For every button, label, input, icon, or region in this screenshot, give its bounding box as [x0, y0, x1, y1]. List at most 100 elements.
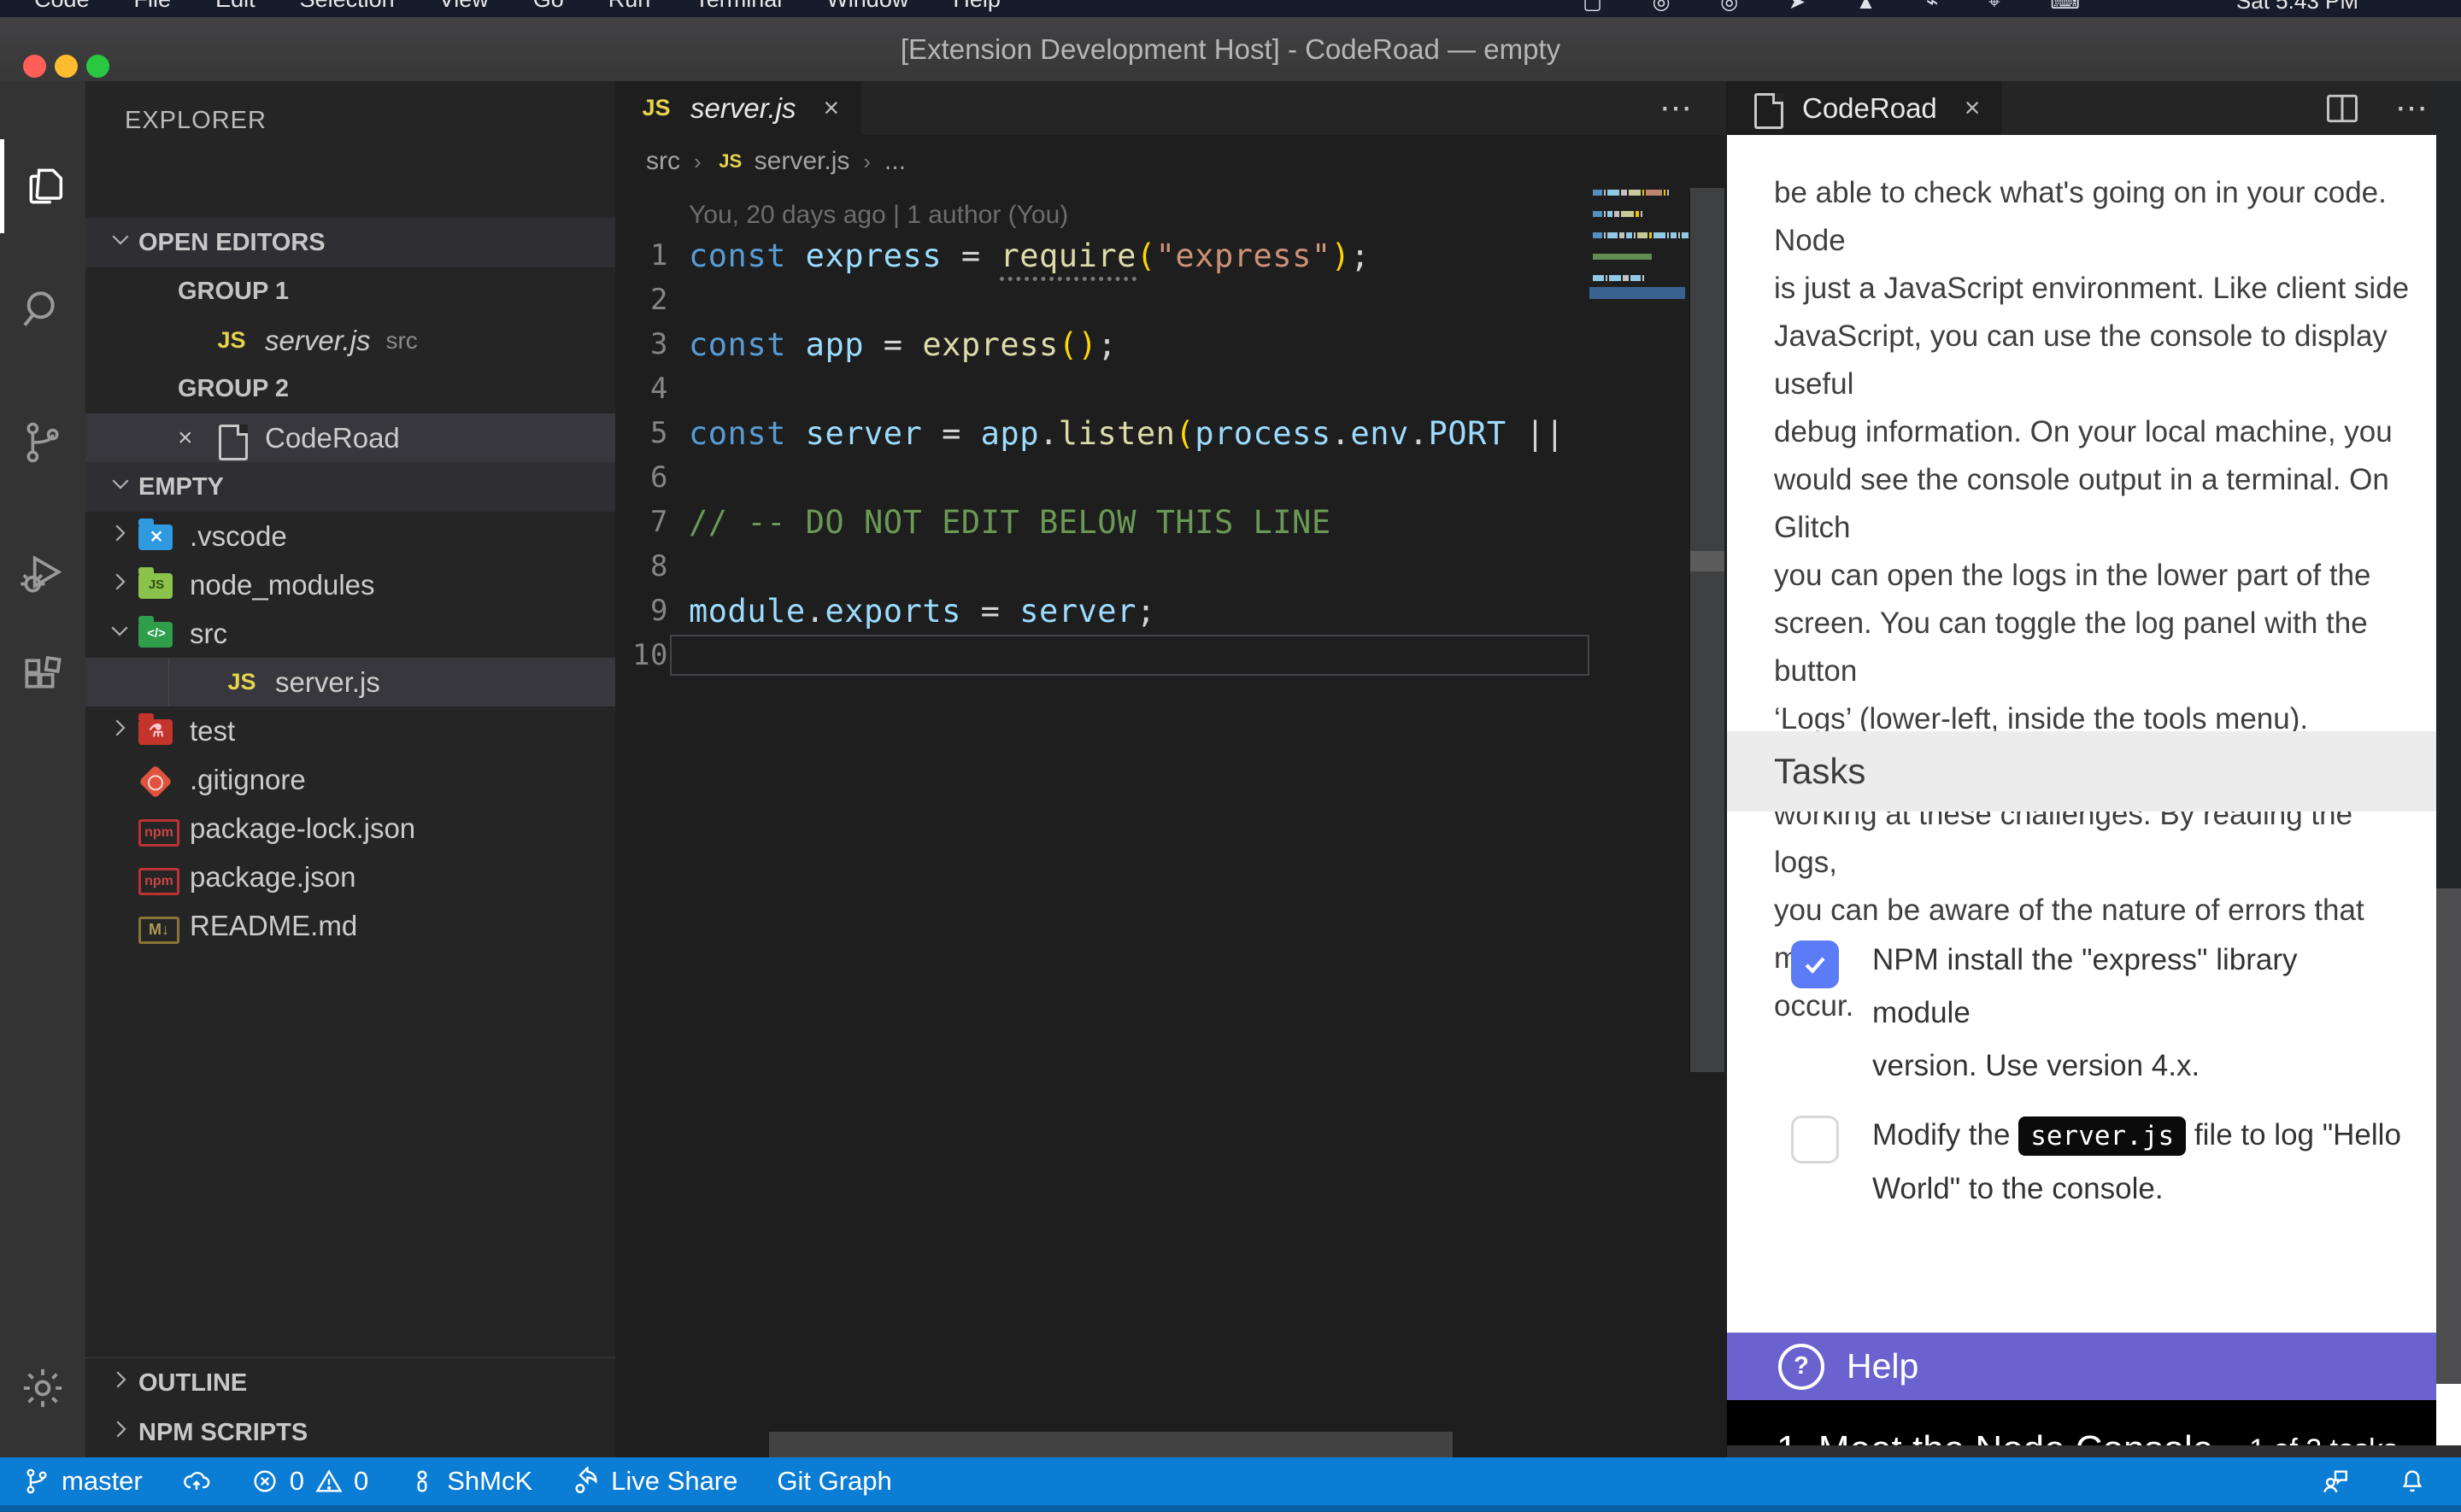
code-line-7[interactable]: 7// -- DO NOT EDIT BELOW THIS LINE	[615, 500, 1726, 544]
line-number: 10	[615, 638, 668, 672]
status-shmck[interactable]: ShMcK	[408, 1466, 532, 1497]
minimap[interactable]	[1589, 190, 1689, 386]
editor-horizontal-scrollbar[interactable]	[769, 1432, 1453, 1457]
breadcrumb[interactable]: src›JSserver.js›...	[646, 146, 906, 177]
editor-vertical-scrollbar[interactable]	[1690, 188, 1724, 1072]
tree-item--vscode[interactable]: ⨯.vscode	[85, 512, 615, 560]
code-line-9[interactable]: 9module.exports = server;	[615, 589, 1726, 633]
status-cloud-upload[interactable]	[182, 1467, 211, 1496]
chevron-down-icon[interactable]	[103, 618, 137, 649]
code-line-1[interactable]: 1const express = require("express");	[615, 233, 1726, 278]
git-blame-annotation: You, 20 days ago | 1 author (You)	[689, 201, 1068, 230]
code-line-2[interactable]: 2	[615, 278, 1726, 322]
js-file-icon: JS	[637, 90, 675, 127]
tree-item-readme-md[interactable]: M↓README.md	[85, 901, 615, 950]
test-folder-icon: ⚗	[137, 714, 176, 748]
breadcrumb-item[interactable]: JSserver.js	[715, 146, 850, 177]
status-master[interactable]: master	[22, 1466, 143, 1497]
breadcrumb-item[interactable]: src	[646, 147, 680, 176]
vscode-window: Code File Edit Selection View Go Run Terminal Wi…	[0, 0, 2461, 1512]
section-header-open-editors[interactable]: OPEN EDITORS	[85, 218, 615, 267]
panel-scrollbar[interactable]	[2436, 81, 2461, 1457]
menu-item-edit[interactable]: Edit	[215, 0, 255, 13]
menu-item-go[interactable]: Go	[533, 0, 564, 13]
status-bell[interactable]	[2398, 1467, 2427, 1496]
tab-coderoad[interactable]: CodeRoad ×	[1727, 81, 2002, 135]
code-line-6[interactable]: 6	[615, 455, 1726, 500]
code-line-8[interactable]: 8	[615, 544, 1726, 589]
tree-item-server-js[interactable]: JSserver.js	[85, 658, 615, 706]
code-line-10[interactable]: 10	[615, 633, 1726, 677]
menu-status-icons: ▢ ◎ ◎ ➤ ▲ ⌁ ⌖ ⌨	[1583, 0, 2102, 15]
menu-item-code[interactable]: Code	[34, 0, 90, 13]
code-line-4[interactable]: 4	[615, 366, 1726, 411]
macos-menu-bar: Code File Edit Selection View Go Run Terminal Wi…	[0, 0, 2461, 17]
menu-item-selection[interactable]: Selection	[300, 0, 395, 13]
tree-item-test[interactable]: ⚗test	[85, 706, 615, 755]
status-0[interactable]: 00	[250, 1466, 369, 1497]
tree-item-package-lock-json[interactable]: npmpackage-lock.json	[85, 804, 615, 853]
code-line-3[interactable]: 3const app = express();	[615, 322, 1726, 366]
tree-item-package-json[interactable]: npmpackage.json	[85, 853, 615, 901]
code-editor[interactable]: 1const express = require("express"); 2 3co…	[615, 233, 1726, 677]
git-icon	[137, 763, 176, 797]
tree-item--gitignore[interactable]: .gitignore	[85, 755, 615, 804]
chevron-right-icon[interactable]	[103, 569, 137, 601]
line-number: 2	[615, 283, 668, 317]
status-bar: master 00 ShMcK Live Share Git Graph	[0, 1457, 2461, 1505]
close-editor-icon[interactable]: ×	[178, 424, 212, 453]
lesson-text-line: debug information. On your local machine…	[1774, 408, 2423, 456]
breadcrumb-item[interactable]: ...	[884, 147, 906, 176]
editor-more-actions-icon[interactable]: ⋯	[1659, 89, 1692, 127]
tab-server-js[interactable]: JS server.js ×	[615, 81, 861, 135]
activity-run-debug-icon[interactable]	[0, 527, 85, 621]
line-number: 6	[615, 460, 668, 495]
generic-file-icon	[212, 421, 251, 455]
split-editor-icon[interactable]	[2323, 90, 2361, 127]
window-title: [Extension Development Host] - CodeRoad …	[0, 17, 2461, 81]
lesson-text: be able to check what's going on in your…	[1774, 169, 2423, 1030]
close-tab-icon[interactable]: ×	[823, 92, 839, 124]
tree-item-src[interactable]: </>src	[85, 609, 615, 658]
minimap-selection	[1589, 287, 1685, 299]
lesson-text-line: JavaScript, you can use the console to d…	[1774, 313, 2423, 408]
minimap-line	[1593, 232, 1697, 238]
node-modules-folder-icon: JS	[137, 568, 176, 602]
panel-more-actions-icon[interactable]: ⋯	[2395, 89, 2428, 127]
open-editor-item-coderoad[interactable]: ×CodeRoad	[85, 413, 615, 462]
tree-item-label: .gitignore	[190, 764, 306, 796]
section-header-empty[interactable]: EMPTY	[85, 462, 615, 512]
help-bar[interactable]: ? Help	[1727, 1333, 2436, 1400]
chevron-right-icon[interactable]	[103, 520, 137, 552]
menu-item-window[interactable]: Window	[826, 0, 908, 13]
editor-item-detail: src	[385, 327, 417, 355]
menu-item-file[interactable]: File	[134, 0, 172, 13]
activity-bar	[0, 81, 85, 1457]
menu-item-help[interactable]: Help	[953, 0, 1001, 13]
menu-item-run[interactable]: Run	[608, 0, 651, 13]
status-bar-edge	[0, 1505, 2461, 1512]
activity-settings-gear-icon[interactable]	[0, 1341, 85, 1435]
task-checkbox-unchecked[interactable]	[1791, 1116, 1839, 1163]
open-editor-item-server-js[interactable]: JSserver.jssrc	[85, 316, 615, 365]
sidebar-bottom-sections: OUTLINENPM SCRIPTS	[85, 1357, 615, 1457]
task-checkbox-checked[interactable]	[1791, 941, 1839, 988]
menu-item-terminal[interactable]: Terminal	[695, 0, 782, 13]
close-tab-icon[interactable]: ×	[1965, 92, 1981, 124]
activity-search-icon[interactable]	[0, 262, 85, 356]
tree-item-node-modules[interactable]: JSnode_modules	[85, 560, 615, 609]
section-header-outline[interactable]: OUTLINE	[85, 1358, 615, 1408]
code-line-5[interactable]: 5const server = app.listen(process.env.P…	[615, 411, 1726, 455]
section-header-npm-scripts[interactable]: NPM SCRIPTS	[85, 1408, 615, 1457]
status-feedback[interactable]	[2321, 1467, 2350, 1496]
explorer-sidebar: EXPLORER OPEN EDITORSGROUP 1JSserver.jss…	[85, 81, 615, 1457]
activity-explorer-icon[interactable]	[0, 139, 90, 233]
chevron-right-icon[interactable]	[103, 715, 137, 747]
status-git-graph[interactable]: Git Graph	[777, 1466, 891, 1497]
activity-source-control-icon[interactable]	[0, 396, 85, 489]
status-live-share[interactable]: Live Share	[572, 1466, 737, 1497]
menu-item-view[interactable]: View	[439, 0, 489, 13]
coderoad-webview: be able to check what's going on in your…	[1727, 135, 2436, 1445]
npm-icon: npm	[137, 860, 176, 894]
activity-extensions-icon[interactable]	[0, 630, 85, 724]
